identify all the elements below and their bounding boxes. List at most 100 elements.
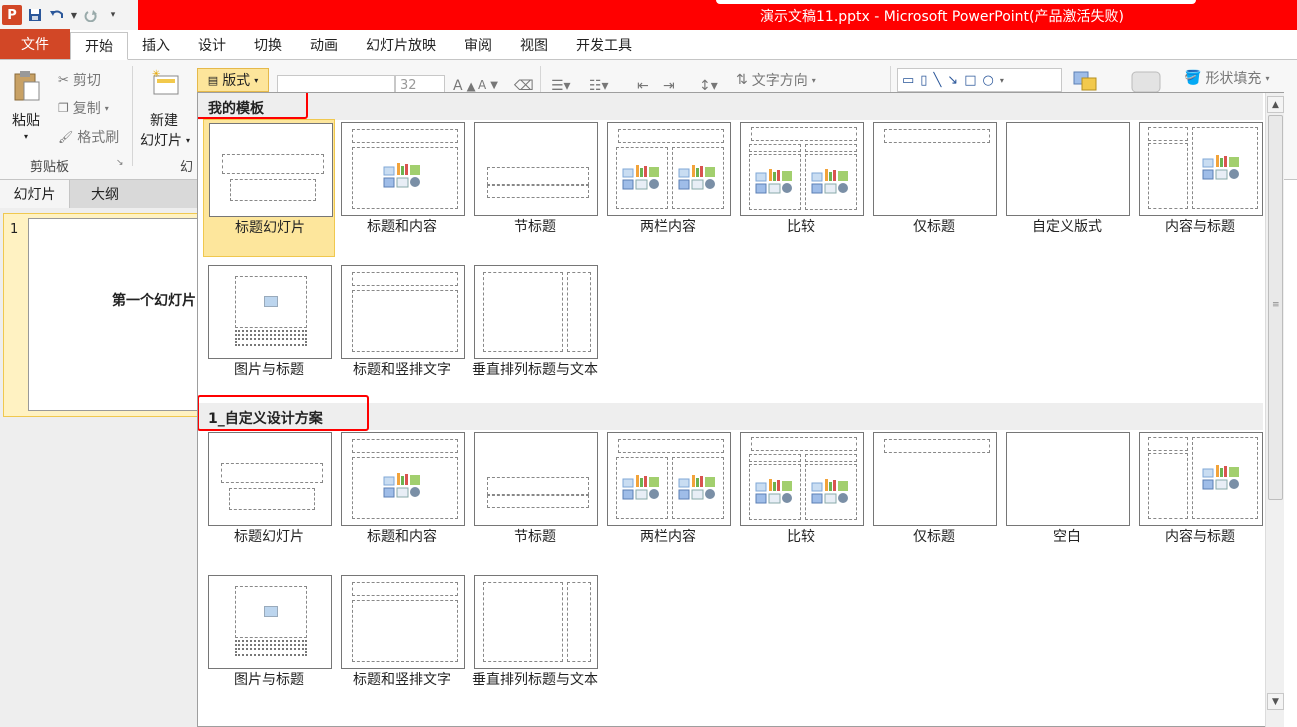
rectangle-shape-icon[interactable]: □ <box>964 73 976 88</box>
clipboard-group-label: 剪贴板 <box>30 160 70 175</box>
undo-icon[interactable] <box>48 6 66 24</box>
format-painter-button[interactable]: 🖌 格式刷 <box>58 127 119 147</box>
oval-shape-icon[interactable]: ○ <box>982 73 993 88</box>
slide-thumbnail[interactable] <box>28 218 208 411</box>
layout-option-blank[interactable]: 自定义版式 <box>1001 119 1133 257</box>
shape-fill-button[interactable]: 🪣 形状填充 ▾ <box>1184 68 1269 88</box>
brush-icon: 🖌 <box>58 130 74 144</box>
arrow-shape-icon[interactable]: ↘ <box>947 73 958 88</box>
placeholder-box <box>483 582 563 662</box>
tab-review[interactable]: 审阅 <box>450 31 506 59</box>
shapes-gallery[interactable]: ▭ ▯ ╲ ↘ □ ○ ▾ <box>897 68 1062 92</box>
copy-button[interactable]: ❐ 复制 ▾ <box>58 98 109 118</box>
tab-transitions[interactable]: 切换 <box>240 31 296 59</box>
placeholder-box <box>222 154 324 174</box>
shapes-more-icon[interactable]: ▾ <box>1000 76 1004 85</box>
layout-button[interactable]: ▤ 版式 ▾ <box>197 68 269 92</box>
layout-label: 节标题 <box>514 529 556 545</box>
layout-option-comparison[interactable]: 比较 <box>735 119 867 257</box>
tab-developer[interactable]: 开发工具 <box>562 31 646 59</box>
layout-option-comparison[interactable]: 比较 <box>735 429 867 567</box>
vertical-textbox-shape-icon[interactable]: ▯ <box>920 73 927 88</box>
layout-option-two-content[interactable]: 两栏内容 <box>602 119 734 257</box>
placeholder-box <box>483 272 563 352</box>
new-slide-button[interactable]: 幻灯片 ▾ <box>140 130 190 150</box>
paint-bucket-icon: 🪣 <box>1184 70 1202 86</box>
placeholder-box <box>235 338 307 346</box>
layout-label: 比较 <box>787 529 815 545</box>
placeholder-box <box>235 648 307 656</box>
redo-icon[interactable] <box>82 6 100 24</box>
layout-label: 标题和竖排文字 <box>353 362 451 378</box>
layout-option-vertical-title[interactable]: 垂直排列标题与文本 <box>469 262 601 400</box>
layout-option-vertical-text[interactable]: 标题和竖排文字 <box>336 262 468 400</box>
placeholder-box <box>567 272 591 352</box>
content-placeholder-icon <box>678 165 715 190</box>
gallery-scrollbar[interactable]: ▲ ≡ ▼ <box>1265 93 1284 727</box>
tab-outline[interactable]: 大纲 <box>70 180 140 208</box>
placeholder-box <box>567 582 591 662</box>
tab-home[interactable]: 开始 <box>70 32 128 60</box>
layout-option-content-caption[interactable]: 内容与标题 <box>1134 429 1266 567</box>
tab-slides[interactable]: 幻灯片 <box>0 180 70 208</box>
layout-option-title-only[interactable]: 仅标题 <box>868 119 1000 257</box>
layout-thumbnail <box>607 432 731 526</box>
layout-thumbnail <box>341 265 465 359</box>
layout-option-picture-caption[interactable]: 图片与标题 <box>203 572 335 710</box>
shrink-font-icon[interactable]: A ▼ <box>478 78 498 92</box>
tab-design[interactable]: 设计 <box>184 31 240 59</box>
layout-label: 标题和内容 <box>367 219 437 235</box>
layout-option-picture-caption[interactable]: 图片与标题 <box>203 262 335 400</box>
paste-icon[interactable] <box>12 70 42 101</box>
scroll-up-icon[interactable]: ▲ <box>1267 96 1284 113</box>
line-shape-icon[interactable]: ╲ <box>933 73 941 88</box>
customize-qat-icon[interactable]: ▾ <box>104 6 122 24</box>
cut-button[interactable]: ✂ 剪切 <box>58 70 101 90</box>
placeholder-box <box>352 582 458 596</box>
layout-option-content-caption[interactable]: 内容与标题 <box>1134 119 1266 257</box>
clipboard-launcher-icon[interactable]: ↘ <box>116 158 124 168</box>
content-placeholder-icon <box>811 169 848 194</box>
textbox-shape-icon[interactable]: ▭ <box>902 73 914 88</box>
content-placeholder-icon <box>1202 465 1239 490</box>
paste-button[interactable]: 粘贴 <box>12 110 40 130</box>
layout-option-title-content[interactable]: 标题和内容 <box>336 429 468 567</box>
paste-dropdown-icon[interactable]: ▾ <box>24 132 28 141</box>
text-direction-button[interactable]: ⇅ 文字方向 ▾ <box>736 70 816 90</box>
tab-view[interactable]: 视图 <box>506 31 562 59</box>
layout-option-title[interactable]: 标题幻灯片 <box>203 119 335 257</box>
undo-dropdown-icon[interactable]: ▼ <box>70 6 78 24</box>
placeholder-box <box>352 272 458 286</box>
tab-animations[interactable]: 动画 <box>296 31 352 59</box>
layout-option-vertical-title[interactable]: 垂直排列标题与文本 <box>469 572 601 710</box>
save-icon[interactable] <box>26 6 44 24</box>
content-placeholder-icon <box>622 165 659 190</box>
layout-option-title[interactable]: 标题幻灯片 <box>203 429 335 567</box>
content-placeholder-icon <box>755 479 792 504</box>
content-placeholder-icon <box>383 163 420 188</box>
layout-option-title-only[interactable]: 仅标题 <box>868 429 1000 567</box>
placeholder-box <box>805 454 857 462</box>
layout-option-section[interactable]: 节标题 <box>469 119 601 257</box>
scroll-down-icon[interactable]: ▼ <box>1267 693 1284 710</box>
layout-label: 标题幻灯片 <box>235 220 305 236</box>
new-slide-label-1[interactable]: 新建 <box>150 110 178 130</box>
layout-option-title-content[interactable]: 标题和内容 <box>336 119 468 257</box>
section-header-my-templates: 我的模板 <box>198 93 1263 120</box>
layout-label: 版式 <box>222 73 251 89</box>
layout-option-blank[interactable]: 空白 <box>1001 429 1133 567</box>
new-slide-icon[interactable]: ✳ <box>150 68 180 98</box>
powerpoint-app-icon[interactable]: P <box>2 5 22 25</box>
content-placeholder-icon <box>1202 155 1239 180</box>
scroll-thumb[interactable]: ≡ <box>1268 115 1283 500</box>
format-painter-label: 格式刷 <box>77 130 120 146</box>
placeholder-box <box>352 129 458 143</box>
layout-option-two-content[interactable]: 两栏内容 <box>602 429 734 567</box>
placeholder-box <box>751 127 857 141</box>
tab-insert[interactable]: 插入 <box>128 31 184 59</box>
layout-option-vertical-text[interactable]: 标题和竖排文字 <box>336 572 468 710</box>
tab-file[interactable]: 文件 <box>0 29 70 59</box>
layout-option-section[interactable]: 节标题 <box>469 429 601 567</box>
tab-slideshow[interactable]: 幻灯片放映 <box>352 31 450 59</box>
text-direction-icon: ⇅ <box>736 72 748 88</box>
